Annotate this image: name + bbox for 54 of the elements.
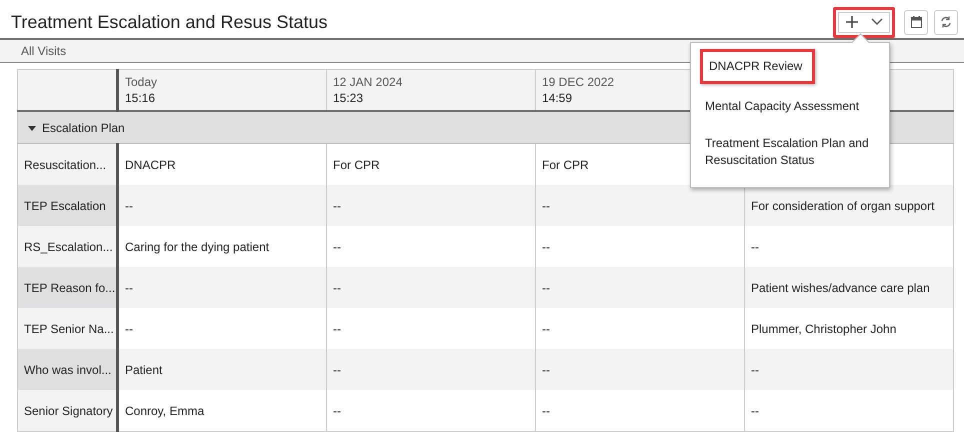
table-cell: -- [751,362,759,376]
caret-icon [28,126,36,131]
row-label: Resuscitation... [18,144,118,185]
table-cell: -- [751,240,759,254]
table-cell: For consideration of organ support [751,198,934,212]
table-cell: -- [333,362,341,376]
table-cell: Conroy, Emma [125,404,204,418]
row-label: Who was invol... [18,349,118,390]
row-label: RS_Escalation... [18,226,118,267]
filter-label[interactable]: All Visits [21,44,66,58]
table-cell: -- [542,240,550,254]
row-label: TEP Escalation [18,185,118,226]
table-cell: DNACPR [125,158,176,172]
table-cell: For CPR [333,158,380,172]
table-cell: Plummer, Christopher John [751,322,896,336]
menu-item[interactable]: Treatment Escalation Plan and Resuscitation Status [691,126,889,176]
refresh-button[interactable] [934,10,958,34]
menu-item[interactable]: DNACPR Review [700,48,816,84]
table-cell: -- [333,240,341,254]
table-cell: -- [333,280,341,294]
page-title: Treatment Escalation and Resus Status [11,12,328,32]
table-cell: Patient wishes/advance care plan [751,280,930,294]
table-cell: -- [542,322,550,336]
chevron-down-icon [871,18,883,26]
row-label: Senior Signatory [18,390,118,432]
calendar-button[interactable] [904,10,928,34]
column-date: Today [125,74,158,90]
table-cell: -- [333,404,341,418]
table-cell: -- [542,362,550,376]
menu-item[interactable]: Mental Capacity Assessment [691,90,889,122]
table-cell: -- [125,198,133,212]
column-date: 19 DEC 2022 [542,74,616,90]
table-cell: Patient [125,362,162,376]
table-cell: -- [751,404,759,418]
table-cell: -- [333,198,341,212]
column-time: 15:16 [125,90,156,106]
add-button[interactable] [833,6,895,38]
calendar-icon [910,16,922,28]
row-label: TEP Senior Na... [18,308,118,349]
group-label: Escalation Plan [42,121,125,136]
table-cell: -- [542,280,550,294]
table-cell: -- [542,404,550,418]
table-cell: -- [542,198,550,212]
group-header[interactable]: Escalation Plan [24,121,125,136]
table-cell: -- [333,322,341,336]
row-label: TEP Reason fo... [18,267,118,308]
refresh-icon [940,16,952,28]
table-cell: Caring for the dying patient [125,240,270,254]
plus-icon [845,15,859,29]
table-cell: -- [125,322,133,336]
column-date: 12 JAN 2024 [333,74,404,90]
column-time: 15:23 [333,90,364,106]
table-cell: -- [125,280,133,294]
table-cell: For CPR [542,158,589,172]
